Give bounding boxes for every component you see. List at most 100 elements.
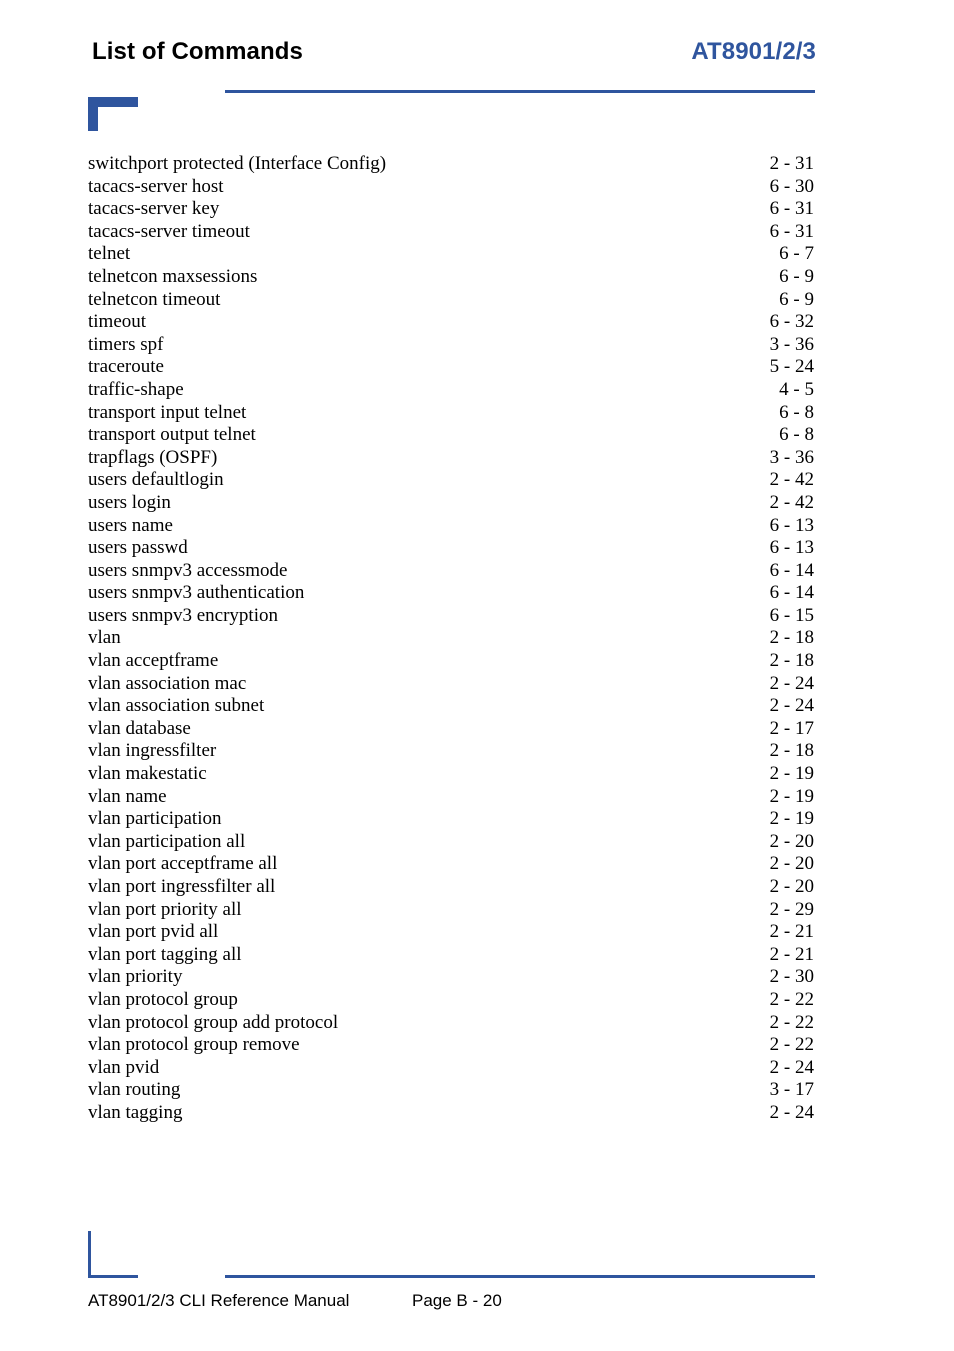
index-entry-page: 2 - 42 bbox=[769, 491, 814, 513]
index-entry-page: 2 - 22 bbox=[769, 1034, 814, 1056]
index-entry-page: 2 - 20 bbox=[769, 853, 814, 875]
index-entry-row: telnetcon maxsessions 6 - 9 bbox=[88, 266, 814, 289]
index-entry-page: 6 - 7 bbox=[779, 243, 814, 265]
index-entry-label: vlan participation bbox=[88, 808, 222, 830]
index-entry-page: 2 - 18 bbox=[769, 650, 814, 672]
index-entry-label: vlan participation all bbox=[88, 830, 246, 852]
index-entry-label: vlan protocol group remove bbox=[88, 1034, 300, 1056]
index-entry-label: vlan protocol group add protocol bbox=[88, 1011, 339, 1033]
index-entry-row: vlan makestatic 2 - 19 bbox=[88, 763, 814, 786]
index-entry-page: 2 - 19 bbox=[769, 785, 814, 807]
index-entry-row: vlan protocol group 2 - 22 bbox=[88, 989, 814, 1012]
index-entry-page: 6 - 32 bbox=[769, 311, 814, 333]
index-entry-row: vlan protocol group add protocol 2 - 22 bbox=[88, 1012, 814, 1035]
index-entry-page: 6 - 31 bbox=[769, 198, 814, 220]
index-entry-row: users snmpv3 encryption 6 - 15 bbox=[88, 605, 814, 628]
index-entry-label: vlan protocol group bbox=[88, 988, 238, 1010]
index-entry-page: 3 - 36 bbox=[769, 446, 814, 468]
footer-corner-bracket-icon bbox=[88, 1231, 138, 1278]
index-entry-page: 6 - 13 bbox=[769, 537, 814, 559]
index-entry-page: 2 - 24 bbox=[769, 695, 814, 717]
index-entry-row: traceroute 5 - 24 bbox=[88, 356, 814, 379]
index-entry-row: tacacs-server host 6 - 30 bbox=[88, 176, 814, 199]
index-entry-label: users defaultlogin bbox=[88, 469, 224, 491]
index-entry-row: timers spf 3 - 36 bbox=[88, 334, 814, 357]
header-corner-bracket-icon bbox=[88, 97, 138, 131]
page-footer: AT8901/2/3 CLI Reference Manual Page B -… bbox=[0, 1216, 954, 1351]
index-entry-page: 6 - 30 bbox=[769, 175, 814, 197]
index-entry-row: timeout 6 - 32 bbox=[88, 311, 814, 334]
index-entry-page: 4 - 5 bbox=[779, 378, 814, 400]
index-entry-label: tacacs-server key bbox=[88, 198, 220, 220]
index-entry-label: vlan association subnet bbox=[88, 695, 265, 717]
index-entry-row: telnet 6 - 7 bbox=[88, 243, 814, 266]
index-entry-row: vlan port ingressfilter all 2 - 20 bbox=[88, 876, 814, 899]
index-entry-row: transport output telnet 6 - 8 bbox=[88, 424, 814, 447]
index-entry-label: vlan port tagging all bbox=[88, 943, 242, 965]
index-entry-label: vlan bbox=[88, 627, 121, 649]
index-entry-label: vlan port pvid all bbox=[88, 921, 219, 943]
index-entry-label: vlan database bbox=[88, 717, 191, 739]
index-entry-page: 2 - 20 bbox=[769, 876, 814, 897]
index-entry-page: 6 - 13 bbox=[769, 514, 814, 536]
index-entry-row: tacacs-server timeout 6 - 31 bbox=[88, 221, 814, 244]
index-entry-page: 2 - 17 bbox=[769, 717, 814, 739]
index-entry-page: 2 - 19 bbox=[769, 808, 814, 830]
index-entry-row: switchport protected (Interface Config) … bbox=[88, 153, 814, 176]
index-entry-label: users snmpv3 accessmode bbox=[88, 559, 288, 581]
index-entry-page: 6 - 8 bbox=[779, 401, 814, 423]
index-entry-page: 2 - 21 bbox=[769, 921, 814, 943]
index-entry-label: traffic-shape bbox=[88, 378, 184, 400]
index-entry-label: timers spf bbox=[88, 333, 164, 355]
index-entry-row: vlan 2 - 18 bbox=[88, 627, 814, 650]
index-entry-label: traceroute bbox=[88, 356, 164, 378]
index-entry-row: trapflags (OSPF) 3 - 36 bbox=[88, 447, 814, 470]
command-index-list: switchport protected (Interface Config) … bbox=[88, 153, 814, 1125]
index-entry-row: users passwd 6 - 13 bbox=[88, 537, 814, 560]
index-entry-label: transport input telnet bbox=[88, 401, 247, 423]
header-divider-rule bbox=[225, 90, 815, 93]
footer-bracket-vertical bbox=[88, 1231, 91, 1278]
index-entry-page: 2 - 19 bbox=[769, 763, 814, 785]
footer-divider-rule bbox=[225, 1275, 815, 1278]
index-entry-row: vlan port priority all 2 - 29 bbox=[88, 899, 814, 922]
index-entry-label: vlan association mac bbox=[88, 672, 247, 694]
index-entry-row: transport input telnet 6 - 8 bbox=[88, 402, 814, 425]
index-entry-page: 6 - 31 bbox=[769, 220, 814, 242]
index-entry-row: vlan port tagging all 2 - 21 bbox=[88, 944, 814, 967]
index-entry-page: 2 - 22 bbox=[769, 988, 814, 1010]
index-entry-page: 6 - 15 bbox=[769, 604, 814, 626]
index-entry-label: tacacs-server host bbox=[88, 175, 224, 197]
index-entry-row: vlan pvid 2 - 24 bbox=[88, 1057, 814, 1080]
index-entry-label: users passwd bbox=[88, 537, 188, 559]
index-entry-row: vlan priority 2 - 30 bbox=[88, 966, 814, 989]
index-entry-page: 2 - 20 bbox=[769, 830, 814, 852]
index-entry-row: vlan acceptframe 2 - 18 bbox=[88, 650, 814, 673]
index-entry-label: vlan pvid bbox=[88, 1056, 160, 1078]
header-bracket-vertical bbox=[88, 97, 98, 131]
index-entry-page: 2 - 22 bbox=[769, 1011, 814, 1033]
index-entry-label: transport output telnet bbox=[88, 424, 256, 446]
index-entry-label: telnetcon maxsessions bbox=[88, 265, 258, 287]
index-entry-page: 2 - 24 bbox=[769, 672, 814, 694]
document-page: List of Commands AT8901/2/3 switchport p… bbox=[0, 0, 954, 1351]
index-entry-label: tacacs-server timeout bbox=[88, 220, 250, 242]
index-entry-row: vlan participation all 2 - 20 bbox=[88, 831, 814, 854]
index-entry-page: 6 - 14 bbox=[769, 559, 814, 581]
index-entry-row: users login 2 - 42 bbox=[88, 492, 814, 515]
footer-page-number: Page B - 20 bbox=[412, 1291, 502, 1310]
index-entry-page: 2 - 24 bbox=[769, 1056, 814, 1078]
index-entry-row: vlan port acceptframe all 2 - 20 bbox=[88, 853, 814, 876]
index-entry-page: 2 - 31 bbox=[769, 153, 814, 174]
index-entry-label: users name bbox=[88, 514, 173, 536]
index-entry-page: 2 - 42 bbox=[769, 469, 814, 491]
footer-manual-title: AT8901/2/3 CLI Reference Manual bbox=[88, 1291, 350, 1310]
index-entry-row: vlan name 2 - 19 bbox=[88, 786, 814, 809]
index-entry-label: vlan port ingressfilter all bbox=[88, 876, 276, 897]
index-entry-label: vlan ingressfilter bbox=[88, 740, 217, 762]
index-entry-row: tacacs-server key 6 - 31 bbox=[88, 198, 814, 221]
index-entry-label: vlan name bbox=[88, 785, 167, 807]
index-entry-page: 2 - 21 bbox=[769, 943, 814, 965]
index-entry-label: vlan makestatic bbox=[88, 763, 207, 785]
index-entry-label: vlan port acceptframe all bbox=[88, 853, 278, 875]
